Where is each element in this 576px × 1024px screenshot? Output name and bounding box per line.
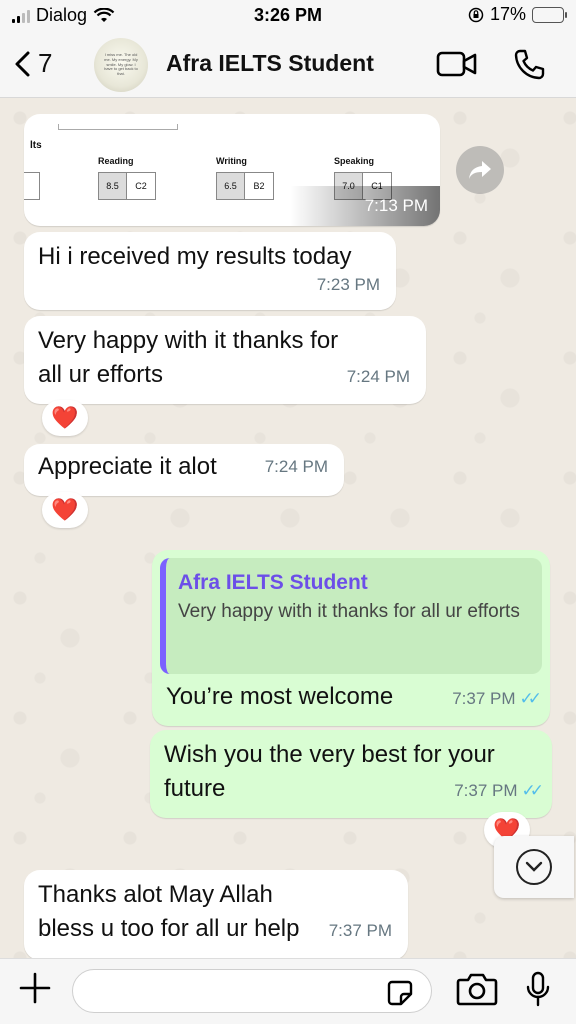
avatar[interactable]: I miss me. The old me. My energy. My smi…	[94, 38, 148, 92]
writing-score: 6.5	[217, 173, 245, 199]
camera-icon	[456, 973, 498, 1006]
writing-score-box: 6.5 B2	[216, 172, 274, 200]
image-time: 7:13 PM	[364, 196, 428, 215]
scroll-to-bottom-button[interactable]	[494, 836, 574, 898]
image-frame-line	[58, 124, 178, 130]
avatar-text: I miss me. The old me. My energy. My smi…	[104, 52, 138, 77]
microphone-icon	[526, 971, 550, 1007]
chevron-left-icon	[15, 51, 30, 76]
reading-score-box: 8.5 C2	[98, 172, 156, 200]
message-text: Very happy with it thanks for all ur eff…	[38, 327, 339, 388]
message-input[interactable]	[72, 969, 432, 1013]
message-text: You’re most welcome	[166, 683, 394, 710]
message-bubble-in[interactable]: Hi i received my results today 7:23 PM	[24, 232, 396, 310]
sticker-button[interactable]	[386, 979, 414, 1012]
writing-level: B2	[245, 173, 273, 199]
battery-percent: 17%	[489, 4, 526, 24]
image-message[interactable]: lts Reading 8.5 C2 Writing 6.5 B2 Speaki…	[24, 114, 440, 226]
battery-icon	[532, 6, 567, 23]
message-bubble-in[interactable]: Appreciate it alot 7:24 PM	[24, 444, 344, 496]
plus-icon	[19, 972, 51, 1004]
image-cropped-box	[24, 172, 40, 200]
voice-call-button[interactable]	[512, 48, 546, 87]
chat-header: 7 I miss me. The old me. My energy. My s…	[0, 32, 576, 98]
status-right: 17%	[468, 4, 567, 25]
message-time: 7:24 PM	[264, 457, 328, 476]
camera-button[interactable]	[456, 971, 498, 1012]
message-time: 7:23 PM	[316, 275, 380, 294]
message-text: Thanks alot May Allah bless u too for al…	[38, 881, 300, 942]
heart-icon: ❤️	[51, 405, 79, 430]
heart-icon: ❤️	[51, 497, 79, 522]
microphone-button[interactable]	[524, 971, 552, 1014]
writing-label: Writing	[216, 156, 247, 166]
chevron-down-icon	[516, 849, 552, 885]
video-camera-icon	[436, 51, 477, 77]
message-meta: 7:37 PM ✓✓	[454, 774, 544, 808]
quoted-message[interactable]: Afra IELTS Student Very happy with it th…	[160, 558, 542, 674]
reaction-heart[interactable]: ❤️	[42, 492, 88, 528]
message-time: 7:37 PM	[328, 921, 392, 940]
back-button[interactable]: 7	[12, 48, 52, 79]
forward-button[interactable]	[456, 146, 504, 194]
reaction-heart[interactable]: ❤️	[42, 400, 88, 436]
forward-icon	[469, 161, 491, 179]
message-list[interactable]: lts Reading 8.5 C2 Writing 6.5 B2 Speaki…	[0, 98, 576, 958]
unread-count: 7	[38, 48, 53, 78]
message-bubble-out[interactable]: Afra IELTS Student Very happy with it th…	[152, 550, 550, 726]
quoted-author: Afra IELTS Student	[178, 571, 368, 594]
partial-label: lts	[30, 140, 42, 151]
orientation-lock-icon	[468, 7, 484, 22]
sticker-icon	[387, 980, 413, 1006]
attach-button[interactable]	[18, 971, 52, 1012]
message-bubble-in[interactable]: Thanks alot May Allah bless u too for al…	[24, 870, 408, 958]
message-time: 7:37 PM	[452, 689, 516, 708]
read-receipt-icon: ✓✓	[519, 689, 542, 708]
chat-title[interactable]: Afra IELTS Student	[166, 50, 374, 77]
composer-bar	[0, 958, 576, 1024]
speaking-label: Speaking	[334, 156, 375, 166]
phone-icon	[514, 49, 545, 80]
reading-label: Reading	[98, 156, 134, 166]
message-time: 7:24 PM	[346, 367, 410, 386]
quoted-text: Very happy with it thanks for all ur eff…	[178, 601, 520, 622]
message-bubble-in[interactable]: Very happy with it thanks for all ur eff…	[24, 316, 426, 404]
video-call-button[interactable]	[436, 48, 478, 85]
reading-score: 8.5	[99, 173, 127, 199]
status-bar: Dialog 3:26 PM 17%	[0, 0, 576, 32]
reading-level: C2	[127, 173, 155, 199]
message-meta: 7:37 PM ✓✓	[452, 682, 542, 716]
read-receipt-icon: ✓✓	[521, 781, 544, 800]
message-time: 7:37 PM	[454, 781, 518, 800]
message-bubble-out[interactable]: Wish you the very best for your future 7…	[150, 730, 552, 818]
